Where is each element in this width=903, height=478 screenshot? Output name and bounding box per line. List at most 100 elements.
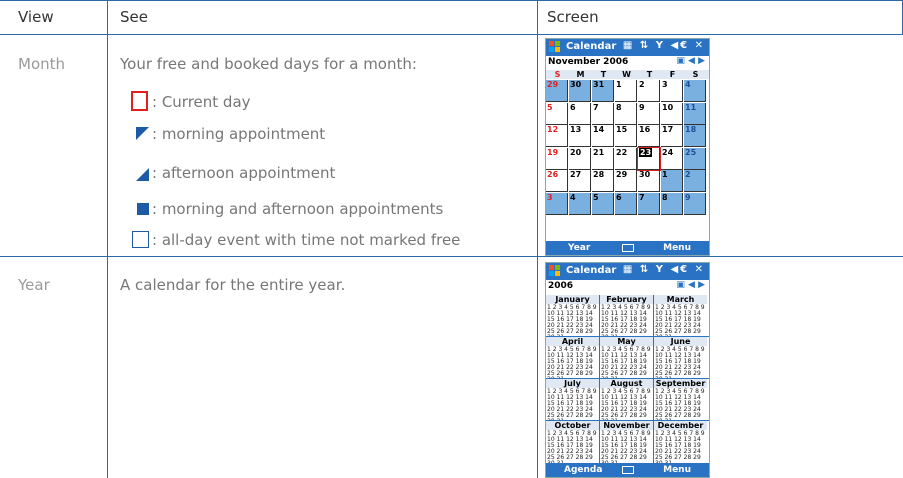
status-icons: ▦ ⇅ Y ◀€ ✕ bbox=[623, 264, 705, 275]
menu-softkey[interactable]: Menu bbox=[663, 243, 691, 253]
day-cell[interactable]: 8 bbox=[661, 192, 683, 215]
year-month-header[interactable]: December bbox=[654, 421, 707, 430]
legend-afternoon: : afternoon appointment bbox=[152, 164, 336, 182]
day-cell[interactable]: 30 bbox=[569, 80, 591, 102]
day-cell[interactable]: 8 bbox=[615, 102, 637, 125]
header-view: View bbox=[18, 8, 54, 26]
close-icon[interactable]: ✕ bbox=[695, 264, 705, 275]
next-icon[interactable]: ▶ bbox=[698, 280, 705, 290]
status-icons: ▦ ⇅ Y ◀€ ✕ bbox=[623, 40, 705, 51]
row-label-month: Month bbox=[18, 55, 66, 73]
weekday-header: SMTWTFS bbox=[546, 70, 709, 79]
day-cell[interactable]: 22 bbox=[615, 147, 637, 170]
day-cell[interactable]: 29 bbox=[615, 170, 637, 192]
day-cell[interactable]: 1 bbox=[615, 80, 637, 102]
menu-softkey[interactable]: Menu bbox=[663, 465, 691, 475]
day-cell[interactable]: 27 bbox=[569, 170, 591, 192]
year-month-header[interactable]: January bbox=[546, 295, 599, 304]
today-icon[interactable]: ▣ bbox=[676, 56, 685, 66]
year-month-header[interactable]: June bbox=[654, 337, 707, 346]
year-month-days: 1 2 3 4 5 6 7 8 9 10 11 12 13 14 15 16 1… bbox=[601, 430, 651, 467]
day-cell[interactable]: 2 bbox=[638, 80, 660, 102]
day-cell[interactable]: 26 bbox=[546, 170, 568, 192]
day-cell[interactable]: 7 bbox=[638, 192, 660, 215]
year-month-header[interactable]: May bbox=[600, 337, 653, 346]
day-cell[interactable]: 9 bbox=[684, 192, 706, 215]
year-month-header[interactable]: February bbox=[600, 295, 653, 304]
day-cell[interactable]: 15 bbox=[615, 125, 637, 147]
day-cell[interactable]: 20 bbox=[569, 147, 591, 170]
day-cell[interactable]: 19 bbox=[546, 147, 568, 170]
day-cell[interactable]: 12 bbox=[546, 125, 568, 147]
antenna-icon: Y bbox=[655, 40, 665, 51]
weekday-label: F bbox=[669, 70, 676, 79]
input-panel-icon[interactable] bbox=[622, 466, 634, 474]
header-see: See bbox=[120, 8, 148, 26]
input-panel-icon[interactable] bbox=[622, 244, 634, 252]
prev-icon[interactable]: ◀ bbox=[688, 280, 695, 290]
year-month-header[interactable]: July bbox=[546, 379, 599, 388]
volume-icon[interactable]: ◀€ bbox=[670, 40, 689, 51]
day-cell[interactable]: 31 bbox=[592, 80, 614, 102]
volume-icon[interactable]: ◀€ bbox=[670, 264, 689, 275]
day-cell[interactable]: 5 bbox=[592, 192, 614, 215]
day-cell[interactable]: 4 bbox=[684, 80, 706, 102]
row-label-year: Year bbox=[18, 276, 50, 294]
day-cell[interactable]: 16 bbox=[638, 125, 660, 147]
year-month-header[interactable]: August bbox=[600, 379, 653, 388]
day-cell[interactable]: 13 bbox=[569, 125, 591, 147]
day-cell[interactable]: 30 bbox=[638, 170, 660, 192]
day-cell[interactable]: 4 bbox=[569, 192, 591, 215]
close-icon[interactable]: ✕ bbox=[695, 40, 705, 51]
morning-afternoon-icon bbox=[137, 203, 149, 215]
day-cell[interactable]: 29 bbox=[546, 80, 568, 102]
keyboard-icon[interactable]: ▦ bbox=[623, 264, 634, 275]
year-month-header[interactable]: September bbox=[654, 379, 707, 388]
year-month-header[interactable]: April bbox=[546, 337, 599, 346]
year-softkey[interactable]: Year bbox=[568, 243, 590, 253]
prev-icon[interactable]: ◀ bbox=[688, 56, 695, 66]
day-cell[interactable]: 10 bbox=[661, 102, 683, 125]
day-cell[interactable]: 24 bbox=[661, 147, 683, 170]
weekday-label: T bbox=[646, 70, 653, 79]
day-cell[interactable]: 6 bbox=[569, 102, 591, 125]
weekday-label: W bbox=[622, 70, 631, 79]
month-screen: Calendar ▦ ⇅ Y ◀€ ✕ November 2006 ▣ ◀ ▶ … bbox=[545, 38, 710, 256]
day-cell[interactable]: 3 bbox=[546, 192, 568, 215]
year-heading: 2006 bbox=[548, 281, 574, 291]
year-month-header[interactable]: March bbox=[654, 295, 707, 304]
month-heading: November 2006 bbox=[548, 57, 629, 67]
weekday-label: S bbox=[692, 70, 699, 79]
day-cell[interactable]: 21 bbox=[592, 147, 614, 170]
keyboard-icon[interactable]: ▦ bbox=[623, 40, 634, 51]
legend-current-day: : Current day bbox=[152, 93, 251, 111]
day-cell[interactable]: 9 bbox=[638, 102, 660, 125]
year-month-header[interactable]: November bbox=[600, 421, 653, 430]
current-day-icon bbox=[131, 91, 148, 111]
day-cell[interactable]: 6 bbox=[615, 192, 637, 215]
day-cell[interactable]: 5 bbox=[546, 102, 568, 125]
morning-appointment-icon bbox=[136, 127, 149, 140]
day-cell[interactable]: 1 bbox=[661, 170, 683, 192]
day-cell[interactable]: 3 bbox=[661, 80, 683, 102]
legend-all-day: : all-day event with time not marked fre… bbox=[152, 231, 461, 249]
weekday-label: T bbox=[600, 70, 607, 79]
agenda-softkey[interactable]: Agenda bbox=[564, 465, 602, 475]
day-cell[interactable]: 18 bbox=[684, 125, 706, 147]
day-cell[interactable]: 11 bbox=[684, 102, 706, 125]
month-softkey-bar: Year Menu bbox=[546, 241, 709, 255]
day-cell[interactable]: 7 bbox=[592, 102, 614, 125]
signal-icon: ⇅ bbox=[639, 40, 651, 51]
day-cell[interactable]: 2 bbox=[684, 170, 706, 192]
day-cell[interactable]: 28 bbox=[592, 170, 614, 192]
windows-logo-icon bbox=[549, 265, 560, 276]
day-cell[interactable]: 14 bbox=[592, 125, 614, 147]
year-month-header[interactable]: October bbox=[546, 421, 599, 430]
next-icon[interactable]: ▶ bbox=[698, 56, 705, 66]
day-cell[interactable]: 23 bbox=[637, 146, 661, 171]
day-cell[interactable]: 25 bbox=[684, 147, 706, 170]
year-softkey-bar: Agenda Menu bbox=[546, 463, 709, 477]
month-app-title: Calendar bbox=[566, 41, 617, 52]
day-cell[interactable]: 17 bbox=[661, 125, 683, 147]
today-icon[interactable]: ▣ bbox=[676, 280, 685, 290]
